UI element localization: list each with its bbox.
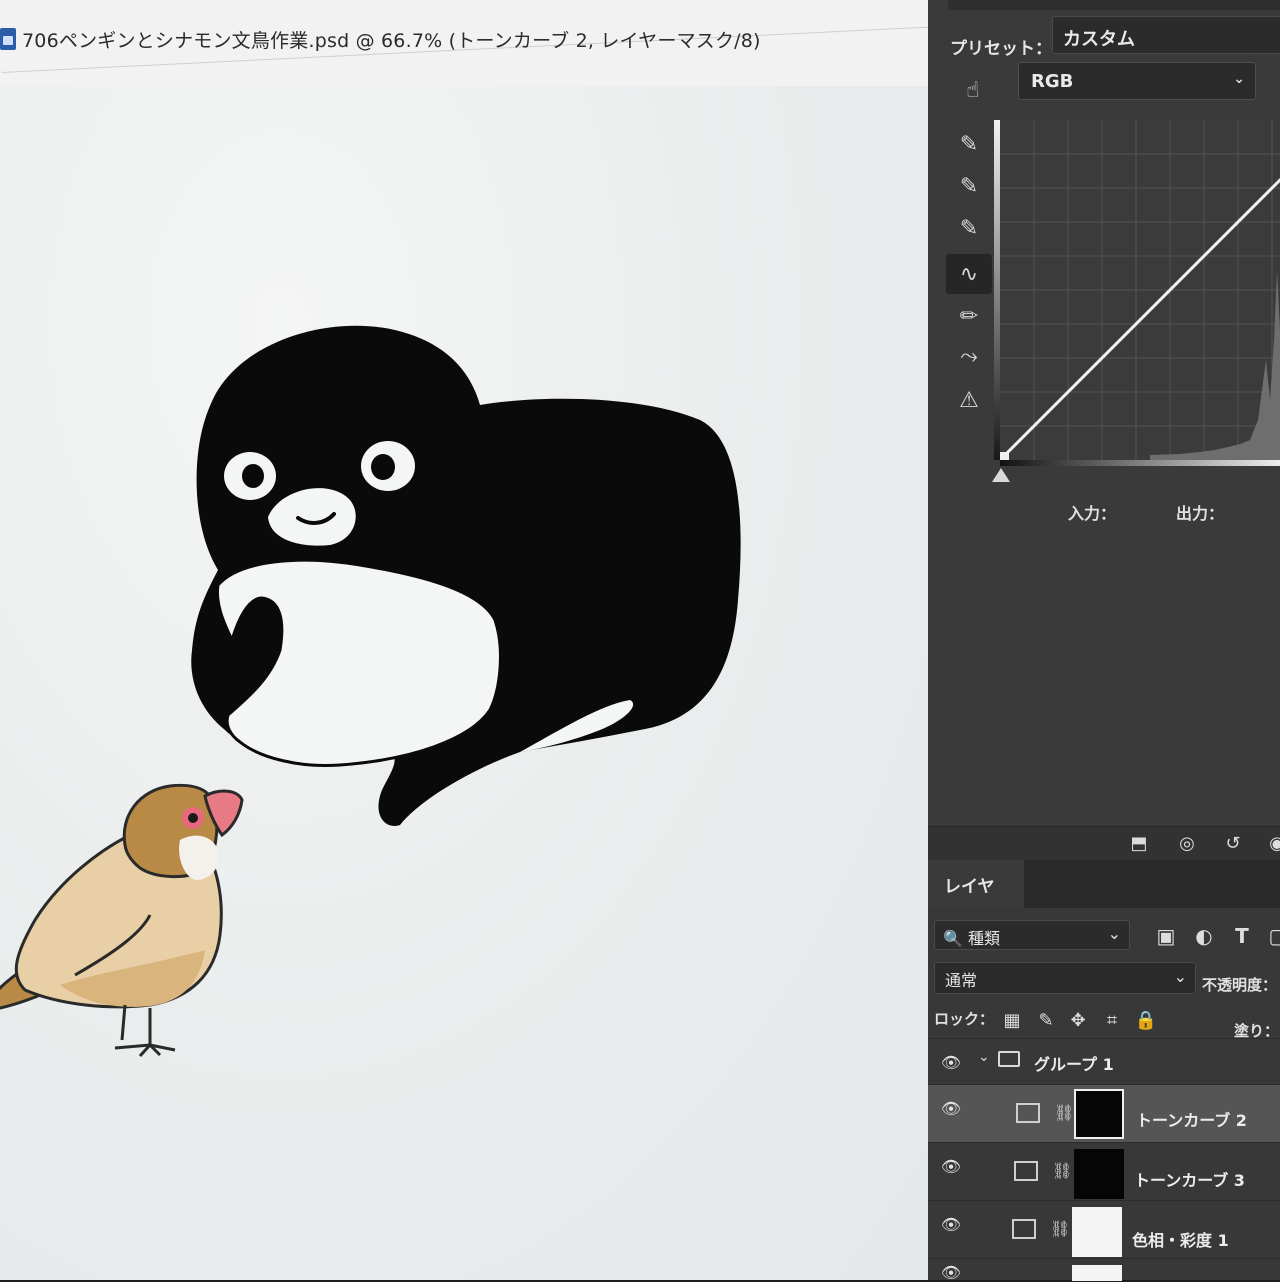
lock-artboard-icon[interactable]: ⌗: [1100, 1010, 1124, 1034]
filter-shape-icon[interactable]: ▢: [1266, 924, 1280, 948]
curves-adjustment-icon: [1014, 1161, 1038, 1181]
canvas[interactable]: [0, 86, 940, 1280]
search-icon: 🔍: [943, 929, 963, 948]
output-label: 出力：: [1176, 504, 1225, 523]
layer-group-row[interactable]: 👁 ⌄ グループ 1: [928, 1038, 1280, 1085]
chevron-down-icon: ⌄: [1173, 967, 1187, 986]
document-title: 706ペンギンとシナモン文鳥作業.psd @ 66.7% (トーンカーブ 2, …: [22, 30, 761, 52]
layer-row[interactable]: 👁 ⛓ トーンカーブ 2: [928, 1084, 1280, 1143]
view-previous-state-icon[interactable]: ◎: [1172, 833, 1202, 855]
eye-icon[interactable]: 👁: [938, 1157, 964, 1176]
curves-adjustment-icon: [1016, 1103, 1040, 1123]
photoshop-file-icon: [0, 28, 16, 50]
properties-panel: プリセット： カスタム ☝ RGB ⌄ ✎ ✎ ✎ ∿ ✏ ⤳ ⚠ 入力： 出力…: [928, 0, 1280, 830]
visibility-icon[interactable]: ◉: [1262, 833, 1280, 855]
on-image-adjust-icon[interactable]: ☝: [950, 70, 996, 110]
curves-graph[interactable]: [1000, 120, 1280, 460]
layers-panel: 🔍 種類 ⌄ ▣ ◐ T ▢ 通常 ⌄ 不透明度： ロック： ▦ ✎ ✥ ⌗ 🔒…: [928, 908, 1280, 1282]
smooth-curve-icon[interactable]: ⤳: [946, 336, 992, 376]
lock-position-icon[interactable]: ✥: [1066, 1010, 1090, 1034]
layer-name: グループ 1: [1034, 1055, 1114, 1074]
eye-icon[interactable]: 👁: [938, 1263, 964, 1282]
layer-name: トーンカーブ 2: [1136, 1111, 1247, 1130]
layer-mask-thumbnail[interactable]: [1074, 1089, 1124, 1139]
blend-mode-value: 通常: [945, 971, 978, 990]
link-icon[interactable]: ⛓: [1052, 1161, 1072, 1180]
layer-mask-thumbnail[interactable]: [1072, 1207, 1122, 1257]
lock-image-pixels-icon[interactable]: ✎: [1034, 1010, 1058, 1034]
link-icon[interactable]: ⛓: [1054, 1103, 1074, 1122]
chevron-down-icon: ⌄: [1107, 924, 1121, 943]
white-point-eyedropper-icon[interactable]: ✎: [946, 208, 992, 248]
filter-kind-value: 種類: [968, 929, 1001, 948]
input-label: 入力：: [1068, 504, 1117, 523]
layer-name: トーンカーブ 3: [1134, 1171, 1245, 1190]
clipping-warning-icon[interactable]: ⚠: [946, 380, 992, 420]
chevron-down-icon: ⌄: [1233, 71, 1245, 87]
layers-tab-bar: レイヤー: [928, 860, 1280, 922]
layer-name: 色相・彩度 1: [1132, 1231, 1229, 1250]
input-gradient: [1000, 460, 1280, 466]
panel-top-bar: [948, 0, 1280, 10]
link-icon[interactable]: ⛓: [1050, 1219, 1070, 1238]
document-window: 706ペンギンとシナモン文鳥作業.psd @ 66.7% (トーンカーブ 2, …: [0, 0, 940, 1280]
chevron-down-icon[interactable]: ⌄: [978, 1049, 990, 1065]
properties-footer: ⬒ ◎ ↺ ◉: [928, 826, 1280, 861]
gray-point-eyedropper-icon[interactable]: ✎: [946, 166, 992, 206]
layer-mask-thumbnail[interactable]: [1072, 1265, 1122, 1281]
document-tab[interactable]: 706ペンギンとシナモン文鳥作業.psd @ 66.7% (トーンカーブ 2, …: [0, 0, 940, 86]
layer-mask-thumbnail[interactable]: [1074, 1149, 1124, 1199]
eye-icon[interactable]: 👁: [938, 1053, 964, 1072]
layer-filter-dropdown[interactable]: 🔍 種類 ⌄: [934, 920, 1130, 950]
lock-all-icon[interactable]: 🔒: [1134, 1010, 1158, 1034]
black-point-slider[interactable]: [992, 468, 1010, 482]
eye-icon[interactable]: 👁: [938, 1215, 964, 1234]
curve-point-tool-icon[interactable]: ∿: [946, 254, 992, 294]
lock-transparent-icon[interactable]: ▦: [1000, 1010, 1024, 1034]
tab-layers[interactable]: レイヤー: [928, 860, 1024, 922]
clip-to-layer-icon[interactable]: ⬒: [1124, 833, 1154, 855]
eye-icon[interactable]: 👁: [938, 1099, 964, 1118]
layer-row-partial[interactable]: 👁: [928, 1258, 1280, 1282]
filter-pixel-layer-icon[interactable]: ▣: [1154, 924, 1178, 948]
right-panel: プリセット： カスタム ☝ RGB ⌄ ✎ ✎ ✎ ∿ ✏ ⤳ ⚠ 入力： 出力…: [928, 0, 1280, 1282]
preset-dropdown[interactable]: カスタム: [1052, 16, 1280, 54]
hue-saturation-adjustment-icon: [1012, 1219, 1036, 1239]
opacity-label: 不透明度：: [1202, 976, 1278, 994]
layer-row[interactable]: 👁 ⛓ トーンカーブ 3: [928, 1142, 1280, 1201]
layer-row[interactable]: 👁 ⛓ 色相・彩度 1: [928, 1200, 1280, 1259]
preset-label: プリセット：: [950, 39, 1052, 59]
channel-value: RGB: [1031, 71, 1074, 92]
folder-icon: [998, 1051, 1020, 1067]
pencil-draw-icon[interactable]: ✏: [946, 296, 992, 336]
bird-illustration: [0, 783, 244, 1058]
channel-dropdown[interactable]: RGB ⌄: [1018, 62, 1256, 100]
penguin-illustration: [191, 325, 741, 826]
artwork: [0, 325, 741, 1058]
blend-mode-dropdown[interactable]: 通常 ⌄: [934, 962, 1196, 994]
filter-type-icon[interactable]: T: [1230, 924, 1254, 948]
black-point-eyedropper-icon[interactable]: ✎: [946, 124, 992, 164]
reset-icon[interactable]: ↺: [1218, 833, 1248, 855]
filter-adjustment-icon[interactable]: ◐: [1192, 924, 1216, 948]
lock-label: ロック：: [934, 1010, 995, 1028]
